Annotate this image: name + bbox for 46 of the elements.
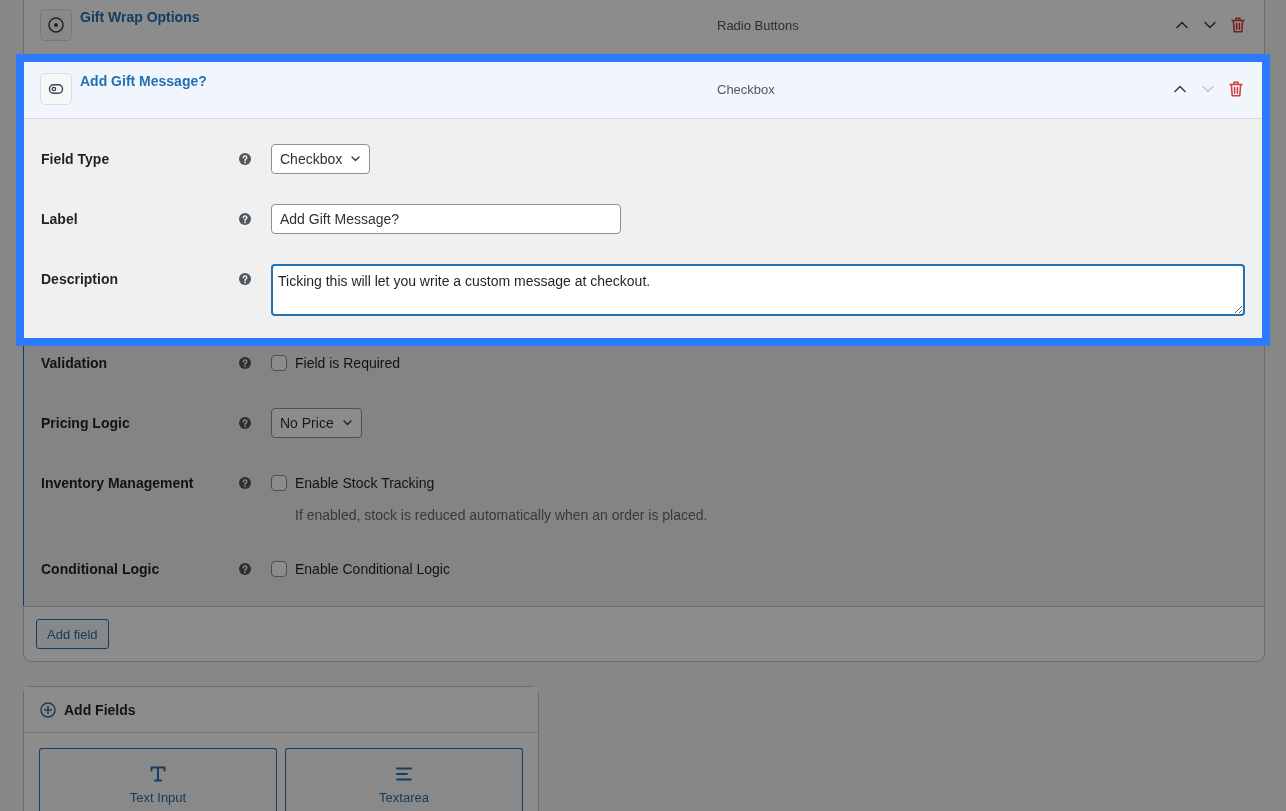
help-icon[interactable]	[239, 213, 251, 225]
checkbox-label: Field is Required	[295, 355, 401, 371]
trash-icon	[1231, 17, 1245, 33]
chevron-down-icon	[1202, 85, 1214, 93]
checkbox-label: Enable Stock Tracking	[295, 475, 435, 491]
setting-label: Conditional Logic	[41, 560, 160, 579]
checkbox[interactable]	[271, 475, 287, 491]
setting-label: Field Type	[41, 150, 110, 169]
help-icon[interactable]	[239, 357, 251, 369]
trash-icon	[1229, 81, 1243, 97]
field-title[interactable]: Gift Wrap Options	[80, 9, 200, 25]
help-icon[interactable]	[239, 273, 251, 285]
chevron-down-icon	[1204, 21, 1216, 29]
dropdown[interactable]: Checkbox	[271, 144, 371, 174]
checkbox[interactable]	[271, 561, 287, 577]
chevron-down-icon	[342, 420, 352, 426]
dropdown[interactable]: No Price	[271, 408, 362, 438]
add-field-button[interactable]: Add field	[36, 619, 109, 649]
help-icon[interactable]	[239, 153, 251, 165]
chevron-up-icon	[1176, 21, 1188, 29]
setting-label: Label	[41, 210, 78, 229]
setting-label: Description	[41, 270, 118, 289]
setting-label: Validation	[41, 354, 108, 373]
setting-label: Pricing Logic	[41, 414, 130, 433]
hint-text: If enabled, stock is reduced automatically when an order is placed.	[295, 506, 708, 524]
text-icon	[150, 766, 166, 782]
help-icon[interactable]	[239, 563, 251, 575]
help-icon[interactable]	[239, 477, 251, 489]
chevron-down-icon	[351, 156, 361, 162]
field-type-label: Checkbox	[717, 81, 775, 97]
field-type-button[interactable]: Text Input	[39, 748, 277, 811]
help-icon[interactable]	[239, 417, 251, 429]
description-field[interactable]: Ticking this will let you write a custom message at checkout.	[271, 264, 1245, 316]
checkbox-label: Enable Conditional Logic	[295, 561, 450, 577]
setting-label: Inventory Management	[41, 474, 194, 493]
lines-icon	[396, 766, 412, 782]
text-field[interactable]: Add Gift Message?	[271, 204, 621, 234]
panel-title: Add Fields	[64, 701, 136, 718]
field-title[interactable]: Add Gift Message?	[80, 73, 207, 89]
toggle-icon	[40, 73, 72, 105]
plus-circle-icon	[40, 701, 56, 718]
checkbox[interactable]	[271, 355, 287, 371]
field-type-label: Radio Buttons	[717, 17, 799, 33]
radio-icon	[40, 9, 72, 41]
field-type-button[interactable]: Textarea	[285, 748, 523, 811]
chevron-up-icon	[1174, 85, 1186, 93]
